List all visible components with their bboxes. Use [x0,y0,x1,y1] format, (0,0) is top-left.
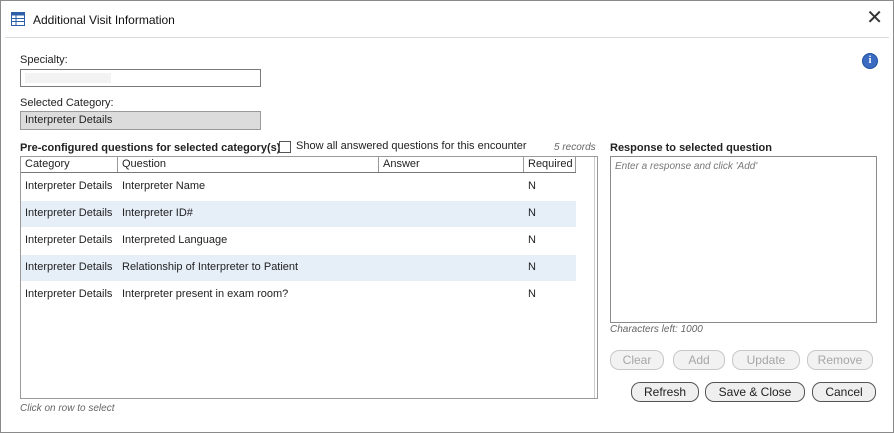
add-button[interactable]: Add [673,350,725,370]
title-bar: Additional Visit Information ✕ [1,1,893,37]
questions-heading: Pre-configured questions for selected ca… [20,142,281,154]
record-count: 5 records [554,142,596,153]
cancel-button[interactable]: Cancel [812,382,876,402]
selected-category-label: Selected Category: [20,97,114,109]
clear-button[interactable]: Clear [610,350,664,370]
window-title: Additional Visit Information [33,13,175,27]
row-required: N [528,288,536,300]
row-question: Interpreter ID# [122,207,193,219]
table-row[interactable]: Interpreter Details Interpreter present … [21,282,576,308]
selected-category-value: Interpreter Details [25,114,113,126]
column-header-answer[interactable]: Answer [379,157,524,172]
column-header-category[interactable]: Category [21,157,118,172]
additional-visit-information-dialog: Additional Visit Information ✕ Specialty… [0,0,894,433]
close-icon[interactable]: ✕ [866,7,883,27]
info-icon[interactable]: i [862,53,878,69]
specialty-field[interactable] [20,69,261,87]
table-row[interactable]: Interpreter Details Interpreter ID# N [21,201,576,227]
dialog-body: Specialty: i Selected Category: Interpre… [5,37,889,430]
column-header-required[interactable]: Required [524,157,576,172]
select-row-hint: Click on row to select [20,403,115,414]
table-scrollbar[interactable] [594,157,597,398]
response-placeholder: Enter a response and click 'Add' [615,161,758,172]
show-all-answered-label[interactable]: Show all answered questions for this enc… [296,140,527,152]
column-header-question[interactable]: Question [118,157,379,172]
specialty-label: Specialty: [20,54,68,66]
row-required: N [528,180,536,192]
show-all-answered-checkbox[interactable] [279,141,291,153]
row-category: Interpreter Details [25,207,113,219]
table-row[interactable]: Interpreter Details Relationship of Inte… [21,255,576,281]
row-question: Relationship of Interpreter to Patient [122,261,299,273]
row-question: Interpreter present in exam room? [122,288,289,300]
form-grid-icon [11,12,25,26]
row-category: Interpreter Details [25,288,113,300]
save-close-button[interactable]: Save & Close [705,382,805,402]
row-question: Interpreter Name [122,180,206,192]
characters-left: Characters left: 1000 [610,324,703,335]
refresh-button[interactable]: Refresh [631,382,699,402]
table-header: Category Question Answer Required [21,157,576,173]
table-row[interactable]: Interpreter Details Interpreted Language… [21,228,576,254]
specialty-value [25,73,111,83]
row-category: Interpreter Details [25,180,113,192]
remove-button[interactable]: Remove [807,350,873,370]
row-category: Interpreter Details [25,234,113,246]
table-row[interactable]: Interpreter Details Interpreter Name N [21,174,576,200]
row-category: Interpreter Details [25,261,113,273]
update-button[interactable]: Update [732,350,800,370]
questions-table: Category Question Answer Required Interp… [20,156,598,399]
row-required: N [528,234,536,246]
response-textarea[interactable]: Enter a response and click 'Add' [610,156,877,323]
row-required: N [528,261,536,273]
selected-category-field: Interpreter Details [20,111,261,130]
row-question: Interpreted Language [122,234,228,246]
row-required: N [528,207,536,219]
response-heading: Response to selected question [610,142,772,154]
